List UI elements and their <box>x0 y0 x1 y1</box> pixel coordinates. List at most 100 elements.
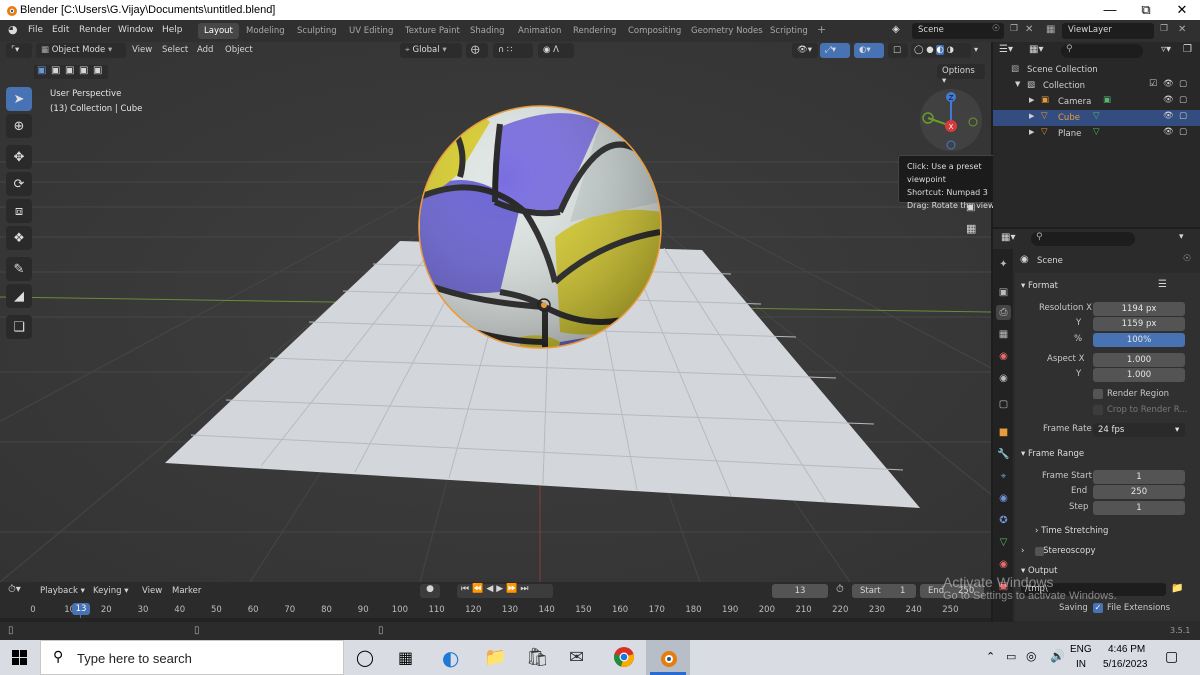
camera-render-icon[interactable]: ▢ <box>1179 127 1187 137</box>
options-dropdown[interactable]: Options ▾ <box>937 64 985 86</box>
tab-uv-editing[interactable]: UV Editing <box>343 23 399 39</box>
expand-arrow-icon[interactable]: ▶ <box>1029 96 1034 104</box>
prev-key-icon[interactable]: ⏪ <box>472 584 486 594</box>
copy-scene-icon[interactable]: ❐ <box>1010 24 1018 34</box>
clock-time[interactable]: 4:46 PM <box>1108 644 1145 655</box>
constraints-tab-icon[interactable]: ✪ <box>996 513 1011 528</box>
tab-animation[interactable]: Animation <box>512 23 567 39</box>
resolution-x-field[interactable]: 1194 px <box>1093 302 1185 316</box>
snap-icon[interactable]: ∩ ∷ <box>493 43 533 58</box>
menu-view[interactable]: View <box>132 45 152 55</box>
rendered-shading-icon[interactable]: ◑ <box>946 45 953 55</box>
overlay-toggle-icon[interactable]: ◐▾ <box>854 43 884 58</box>
clock-date[interactable]: 5/16/2023 <box>1103 659 1148 670</box>
pin-icon[interactable]: ☉ <box>992 24 1000 34</box>
select-invert-icon[interactable]: ▣ <box>79 65 88 76</box>
stopwatch-icon[interactable]: ⏱ <box>836 584 844 595</box>
outliner-row-plane[interactable]: ▶ ▽ Plane ▽ 👁 ▢ <box>993 126 1200 142</box>
menu-select[interactable]: Select <box>162 45 188 55</box>
properties-editor-icon[interactable]: ▦▾ <box>1001 232 1015 243</box>
aspect-x-field[interactable]: 1.000 <box>1093 353 1185 367</box>
playhead-marker[interactable]: 13 <box>72 603 90 615</box>
expand-arrow-icon[interactable]: ▼ <box>1015 80 1020 88</box>
menu-timeline-view[interactable]: View <box>142 586 162 596</box>
select-box-tool[interactable]: ➤ <box>6 87 32 111</box>
outliner-row-camera[interactable]: ▶ ▣ Camera ▣ 👁 ▢ <box>993 94 1200 110</box>
region-indicator[interactable]: IN <box>1076 659 1086 670</box>
task-view-icon[interactable]: ▦ <box>398 648 413 667</box>
language-indicator[interactable]: ENG <box>1070 644 1092 655</box>
blender-menu-icon[interactable]: ◕ <box>8 23 18 36</box>
eye-icon[interactable]: 👁 <box>1163 111 1174 121</box>
properties-search-input[interactable]: ⚲ <box>1031 232 1135 246</box>
modifier-tab-icon[interactable]: 🔧 <box>996 447 1011 462</box>
crop-region-checkbox[interactable] <box>1093 405 1103 415</box>
camera-render-icon[interactable]: ▢ <box>1179 79 1187 89</box>
outliner-row-cube[interactable]: ▶ ▽ Cube ▽ 👁 ▢ <box>993 110 1200 126</box>
tab-shading[interactable]: Shading <box>464 23 511 39</box>
next-key-icon[interactable]: ⏩ <box>506 584 520 594</box>
add-cube-tool[interactable]: ❏ <box>6 315 32 339</box>
cursor-tool[interactable]: ⊕ <box>6 114 32 138</box>
frame-rate-dropdown[interactable]: 24 fps ▾ <box>1093 423 1185 437</box>
minimize-button[interactable]: — <box>1092 0 1128 20</box>
transform-orientation-selector[interactable]: ⌖ Global ▾ <box>400 43 462 58</box>
tab-compositing[interactable]: Compositing <box>622 23 687 39</box>
transform-tool[interactable]: ❖ <box>6 226 32 250</box>
cortana-icon[interactable]: ◯ <box>356 648 374 667</box>
solid-shading-icon[interactable]: ● <box>926 45 933 55</box>
add-workspace-icon[interactable]: + <box>817 23 826 36</box>
proportional-edit-icon[interactable]: ◉ Λ <box>538 43 574 58</box>
move-tool[interactable]: ✥ <box>6 145 32 169</box>
menu-add[interactable]: Add <box>197 45 213 55</box>
navigation-gizmo[interactable]: Z X <box>918 87 984 153</box>
store-icon[interactable]: 🛍 <box>526 647 549 668</box>
render-tab-icon[interactable]: ▣ <box>996 285 1011 300</box>
view-layer-selector[interactable]: ViewLayer <box>1062 23 1154 39</box>
select-new-icon[interactable]: ▣ <box>37 65 46 76</box>
menu-keying[interactable]: Keying ▾ <box>93 586 129 596</box>
tab-texture-paint[interactable]: Texture Paint <box>399 23 466 39</box>
outliner-search-input[interactable]: ⚲ <box>1061 44 1143 58</box>
stereoscopy-checkbox[interactable] <box>1035 547 1044 556</box>
3d-viewport[interactable]: ⌜▾ ▦ Object Mode ▾ View Select Add Objec… <box>0 42 991 582</box>
menu-help[interactable]: Help <box>162 25 183 35</box>
file-explorer-icon[interactable]: 📁 <box>484 647 506 668</box>
ortho-toggle-icon[interactable]: ▦ <box>966 222 976 235</box>
tool-tab-icon[interactable]: ✦ <box>996 257 1011 272</box>
windows-start-icon[interactable] <box>12 650 28 666</box>
rotate-tool[interactable]: ⟳ <box>6 172 32 196</box>
play-reverse-icon[interactable]: ◀ <box>486 584 496 594</box>
new-collection-icon[interactable]: ❐ <box>1183 44 1192 55</box>
tab-rendering[interactable]: Rendering <box>567 23 622 39</box>
scene-tab-icon[interactable]: ◉ <box>996 349 1011 364</box>
expand-arrow-icon[interactable]: ▶ <box>1029 128 1034 136</box>
volume-icon[interactable]: 🔊 <box>1050 649 1065 663</box>
current-frame-field[interactable]: 13 <box>772 584 828 598</box>
expand-arrow-icon[interactable]: ▶ <box>1029 112 1034 120</box>
record-button[interactable]: ● <box>420 584 440 598</box>
scale-tool[interactable]: ⧈ <box>6 199 32 223</box>
view-layer-tab-icon[interactable]: ▦ <box>996 327 1011 342</box>
close-button[interactable]: ✕ <box>1164 0 1200 20</box>
annotate-tool[interactable]: ✎ <box>6 257 32 281</box>
frame-step-field[interactable]: 1 <box>1093 501 1185 515</box>
mode-selector[interactable]: ▦ Object Mode ▾ <box>36 43 126 58</box>
stereoscopy-panel-header[interactable]: › Stereoscopy <box>1021 546 1096 556</box>
editor-type-icon[interactable]: ⌜▾ <box>6 43 32 58</box>
view-layer-icon[interactable]: ▦ <box>1046 24 1055 35</box>
network-icon[interactable]: ◎ <box>1026 649 1036 663</box>
scene-browse-icon[interactable]: ◈ <box>892 24 900 35</box>
timeline-editor-icon[interactable]: ⏱▾ <box>8 584 21 595</box>
jump-end-icon[interactable]: ⏭ <box>520 584 531 594</box>
frame-start-field[interactable]: 1 <box>1093 470 1185 484</box>
time-stretching-panel-header[interactable]: › Time Stretching <box>1035 526 1108 536</box>
select-extend-icon[interactable]: ▣ <box>51 65 60 76</box>
pin-icon[interactable]: ☉ <box>1183 254 1191 264</box>
exclude-checkbox-icon[interactable]: ☑ <box>1149 79 1157 89</box>
start-frame-field[interactable]: Start 1 <box>852 584 916 598</box>
remove-view-layer-icon[interactable]: ✕ <box>1178 24 1186 35</box>
eye-icon[interactable]: 👁 <box>1163 95 1174 105</box>
outliner-row-scene-collection[interactable]: ▧ Scene Collection <box>993 62 1200 78</box>
tab-modeling[interactable]: Modeling <box>240 23 291 39</box>
